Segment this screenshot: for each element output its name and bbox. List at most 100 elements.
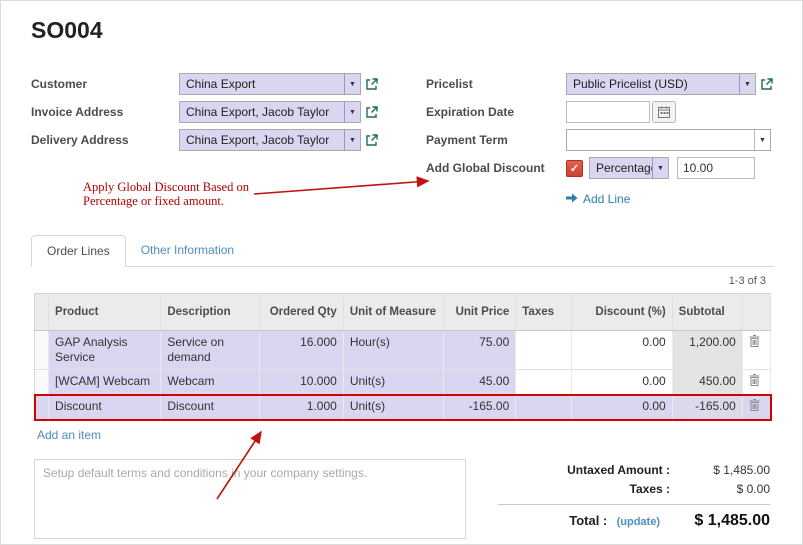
terms-textarea[interactable] bbox=[34, 459, 466, 539]
cell-description[interactable]: Discount bbox=[161, 395, 259, 420]
cell-subtotal: 1,200.00 bbox=[672, 331, 742, 370]
untaxed-label: Untaxed Amount : bbox=[498, 463, 670, 477]
cell-uom[interactable]: Hour(s) bbox=[343, 331, 443, 370]
cell-qty[interactable]: 1.000 bbox=[259, 395, 343, 420]
customer-field[interactable]: China Export ▼ bbox=[179, 73, 361, 95]
discount-amount-input[interactable] bbox=[677, 157, 755, 179]
discount-type-select[interactable]: Percentage ▼ bbox=[589, 157, 669, 179]
totals-divider bbox=[498, 504, 770, 505]
cell-taxes[interactable] bbox=[516, 370, 572, 395]
pricelist-field[interactable]: Public Pricelist (USD) ▼ bbox=[566, 73, 756, 95]
total-label: Total : bbox=[569, 513, 607, 528]
cell-subtotal: -165.00 bbox=[672, 395, 742, 420]
invoice-address-value: China Export, Jacob Taylor bbox=[180, 102, 344, 122]
taxes-label: Taxes : bbox=[498, 482, 670, 496]
sale-order-form: SO004 Customer China Export ▼ Invoice Ad… bbox=[0, 0, 803, 545]
invoice-address-label: Invoice Address bbox=[31, 105, 179, 119]
tab-order-lines[interactable]: Order Lines bbox=[31, 235, 126, 267]
order-line-row[interactable]: [WCAM] Webcam Webcam 10.000 Unit(s) 45.0… bbox=[35, 370, 771, 395]
check-icon: ✓ bbox=[570, 162, 579, 175]
payment-term-value bbox=[567, 130, 754, 150]
update-link[interactable]: (update) bbox=[617, 516, 660, 528]
pricelist-label: Pricelist bbox=[426, 77, 566, 91]
cell-qty[interactable]: 10.000 bbox=[259, 370, 343, 395]
invoice-address-field[interactable]: China Export, Jacob Taylor ▼ bbox=[179, 101, 361, 123]
calendar-icon[interactable] bbox=[652, 101, 676, 123]
cell-price[interactable]: -165.00 bbox=[444, 395, 516, 420]
cell-product[interactable]: Discount bbox=[49, 395, 161, 420]
cell-price[interactable]: 75.00 bbox=[444, 331, 516, 370]
col-ordered-qty: Ordered Qty bbox=[259, 294, 343, 331]
chevron-down-icon[interactable]: ▼ bbox=[344, 102, 360, 122]
delivery-address-label: Delivery Address bbox=[31, 133, 179, 147]
cell-discount[interactable]: 0.00 bbox=[572, 370, 672, 395]
col-delete bbox=[742, 294, 770, 331]
add-an-item-link[interactable]: Add an item bbox=[37, 428, 101, 442]
form-right-column: Pricelist Public Pricelist (USD) ▼ Expir… bbox=[426, 73, 776, 213]
handle-column-header bbox=[35, 294, 49, 331]
cell-discount[interactable]: 0.00 bbox=[572, 331, 672, 370]
totals-block: Untaxed Amount : $ 1,485.00 Taxes : $ 0.… bbox=[498, 463, 770, 535]
chevron-down-icon[interactable]: ▼ bbox=[344, 130, 360, 150]
order-line-row-discount[interactable]: Discount Discount 1.000 Unit(s) -165.00 … bbox=[35, 395, 771, 420]
global-discount-row: Add Global Discount ✓ Percentage ▼ bbox=[426, 157, 776, 179]
cell-delete bbox=[742, 370, 770, 395]
chevron-down-icon[interactable]: ▼ bbox=[739, 74, 755, 94]
tab-other-information[interactable]: Other Information bbox=[126, 235, 249, 266]
cell-product[interactable]: GAP Analysis Service bbox=[49, 331, 161, 370]
row-handle bbox=[35, 331, 49, 370]
delivery-address-field[interactable]: China Export, Jacob Taylor ▼ bbox=[179, 129, 361, 151]
external-link-icon[interactable] bbox=[365, 78, 378, 91]
cell-uom[interactable]: Unit(s) bbox=[343, 370, 443, 395]
discount-type-value: Percentage bbox=[590, 158, 652, 178]
expiration-date-input[interactable] bbox=[566, 101, 650, 123]
total-value: $ 1,485.00 bbox=[660, 512, 770, 530]
total-row: Total : (update) $ 1,485.00 bbox=[498, 512, 770, 530]
trash-icon[interactable] bbox=[749, 374, 760, 390]
chevron-down-icon[interactable]: ▼ bbox=[344, 74, 360, 94]
expiration-date-row: Expiration Date bbox=[426, 101, 776, 123]
cell-price[interactable]: 45.00 bbox=[444, 370, 516, 395]
delivery-address-row: Delivery Address China Export, Jacob Tay… bbox=[31, 129, 426, 151]
col-unit-price: Unit Price bbox=[444, 294, 516, 331]
cell-description[interactable]: Service on demand bbox=[161, 331, 259, 370]
add-line-button[interactable]: Add Line bbox=[566, 192, 630, 206]
taxes-value: $ 0.00 bbox=[670, 482, 770, 496]
chevron-down-icon[interactable]: ▼ bbox=[754, 130, 770, 150]
payment-term-field[interactable]: ▼ bbox=[566, 129, 771, 151]
cell-description[interactable]: Webcam bbox=[161, 370, 259, 395]
row-handle bbox=[35, 370, 49, 395]
cell-qty[interactable]: 16.000 bbox=[259, 331, 343, 370]
payment-term-row: Payment Term ▼ bbox=[426, 129, 776, 151]
notebook-tabs: Order Lines Other Information bbox=[31, 235, 774, 267]
cell-uom[interactable]: Unit(s) bbox=[343, 395, 443, 420]
add-item-row: Add an item bbox=[34, 420, 771, 450]
payment-term-label: Payment Term bbox=[426, 133, 566, 147]
col-subtotal: Subtotal bbox=[672, 294, 742, 331]
pricelist-row: Pricelist Public Pricelist (USD) ▼ bbox=[426, 73, 776, 95]
col-product: Product bbox=[49, 294, 161, 331]
add-line-arrow-icon bbox=[566, 192, 578, 206]
global-discount-checkbox[interactable]: ✓ bbox=[566, 160, 583, 177]
expiration-date-label: Expiration Date bbox=[426, 105, 566, 119]
untaxed-row: Untaxed Amount : $ 1,485.00 bbox=[498, 463, 770, 477]
order-line-row[interactable]: GAP Analysis Service Service on demand 1… bbox=[35, 331, 771, 370]
trash-icon[interactable] bbox=[749, 335, 760, 351]
invoice-address-row: Invoice Address China Export, Jacob Tayl… bbox=[31, 101, 426, 123]
cell-taxes[interactable] bbox=[516, 331, 572, 370]
external-link-icon[interactable] bbox=[760, 78, 773, 91]
col-taxes: Taxes bbox=[516, 294, 572, 331]
external-link-icon[interactable] bbox=[365, 106, 378, 119]
terms-notes bbox=[34, 459, 466, 544]
cell-delete bbox=[742, 331, 770, 370]
delivery-address-value: China Export, Jacob Taylor bbox=[180, 130, 344, 150]
cell-discount[interactable]: 0.00 bbox=[572, 395, 672, 420]
chevron-down-icon[interactable]: ▼ bbox=[652, 158, 668, 178]
global-discount-label: Add Global Discount bbox=[426, 161, 566, 175]
cell-product[interactable]: [WCAM] Webcam bbox=[49, 370, 161, 395]
trash-icon[interactable] bbox=[749, 399, 760, 415]
page-title: SO004 bbox=[31, 17, 103, 44]
external-link-icon[interactable] bbox=[365, 134, 378, 147]
row-handle bbox=[35, 395, 49, 420]
cell-taxes[interactable] bbox=[516, 395, 572, 420]
